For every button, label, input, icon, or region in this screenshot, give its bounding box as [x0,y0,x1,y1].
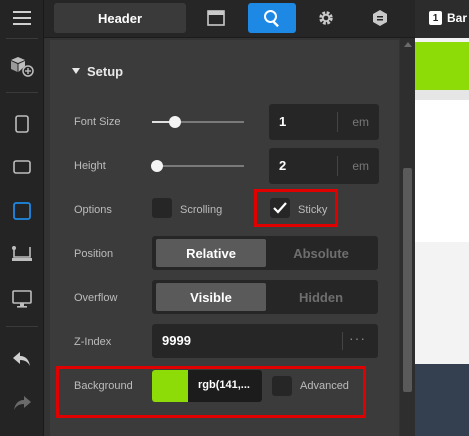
divider [6,38,38,39]
header-button[interactable]: Header [54,3,186,33]
zindex-input[interactable]: 9999 ··· [152,324,378,358]
height-label: Height [74,160,106,172]
preview-header-bar [415,42,469,90]
scrolling-checkbox[interactable] [152,198,172,218]
scroll-up-icon[interactable] [404,42,412,47]
layout-icon[interactable] [200,3,232,33]
font-size-input[interactable]: 1 em [269,104,379,140]
preview-footer [415,364,469,436]
zindex-value: 9999 [162,333,191,348]
laptop-icon[interactable] [8,240,36,268]
preview-tab[interactable]: 1 Bar [415,0,469,38]
scrolling-label[interactable]: Scrolling [180,204,222,216]
setup-section: Setup Font Size 1 em Height 2 em Options… [50,40,399,436]
overflow-hidden-option[interactable]: Hidden [266,283,376,311]
divider [342,332,343,350]
divider [6,92,38,93]
add-block-icon[interactable] [8,52,36,80]
redo-icon[interactable] [8,389,36,417]
height-input[interactable]: 2 em [269,148,379,184]
height-value: 2 [279,158,287,173]
position-toggle: Relative Absolute [152,236,378,270]
tab-number-badge: 1 [429,11,442,25]
search-icon[interactable] [248,3,296,33]
options-label: Options [74,204,112,216]
gear-icon[interactable] [310,3,342,33]
tablet-landscape-icon[interactable] [8,153,36,181]
preview-band [415,90,469,100]
panel-scrollbar[interactable] [400,38,415,436]
font-size-value: 1 [279,114,287,129]
tablet-icon[interactable] [8,197,36,225]
mobile-icon[interactable] [8,110,36,138]
settings-panel: Setup Font Size 1 em Height 2 em Options… [44,38,415,436]
position-label: Position [74,248,114,260]
divider [337,156,338,176]
undo-icon[interactable] [8,345,36,373]
shield-icon[interactable] [364,3,396,33]
sticky-highlight-box [254,189,338,227]
tab-label: Bar [447,11,468,25]
font-size-slider-knob[interactable] [169,116,181,128]
height-unit[interactable]: em [352,159,369,173]
height-slider-knob[interactable] [150,160,163,172]
section-title[interactable]: Setup [72,64,123,79]
overflow-label: Overflow [74,292,118,304]
position-absolute-option[interactable]: Absolute [266,239,376,267]
divider [6,326,38,327]
background-highlight-box [56,366,366,418]
font-size-unit[interactable]: em [352,115,369,129]
zindex-label: Z-Index [74,336,112,348]
position-relative-option[interactable]: Relative [156,239,266,267]
overflow-toggle: Visible Hidden [152,280,378,314]
height-slider[interactable] [152,165,244,167]
section-title-text: Setup [87,64,124,79]
divider [337,112,338,132]
page-preview: 1 Bar [415,0,469,436]
more-options-icon[interactable]: ··· [349,330,366,346]
left-toolbar [0,0,44,436]
desktop-icon[interactable] [8,285,36,313]
top-toolbar: Header [44,0,415,38]
overflow-visible-option[interactable]: Visible [156,283,266,311]
preview-content [415,100,469,242]
font-size-label: Font Size [74,116,121,128]
menu-icon[interactable] [8,4,36,32]
caret-down-icon [72,68,80,74]
scrollbar-thumb[interactable] [403,168,412,392]
